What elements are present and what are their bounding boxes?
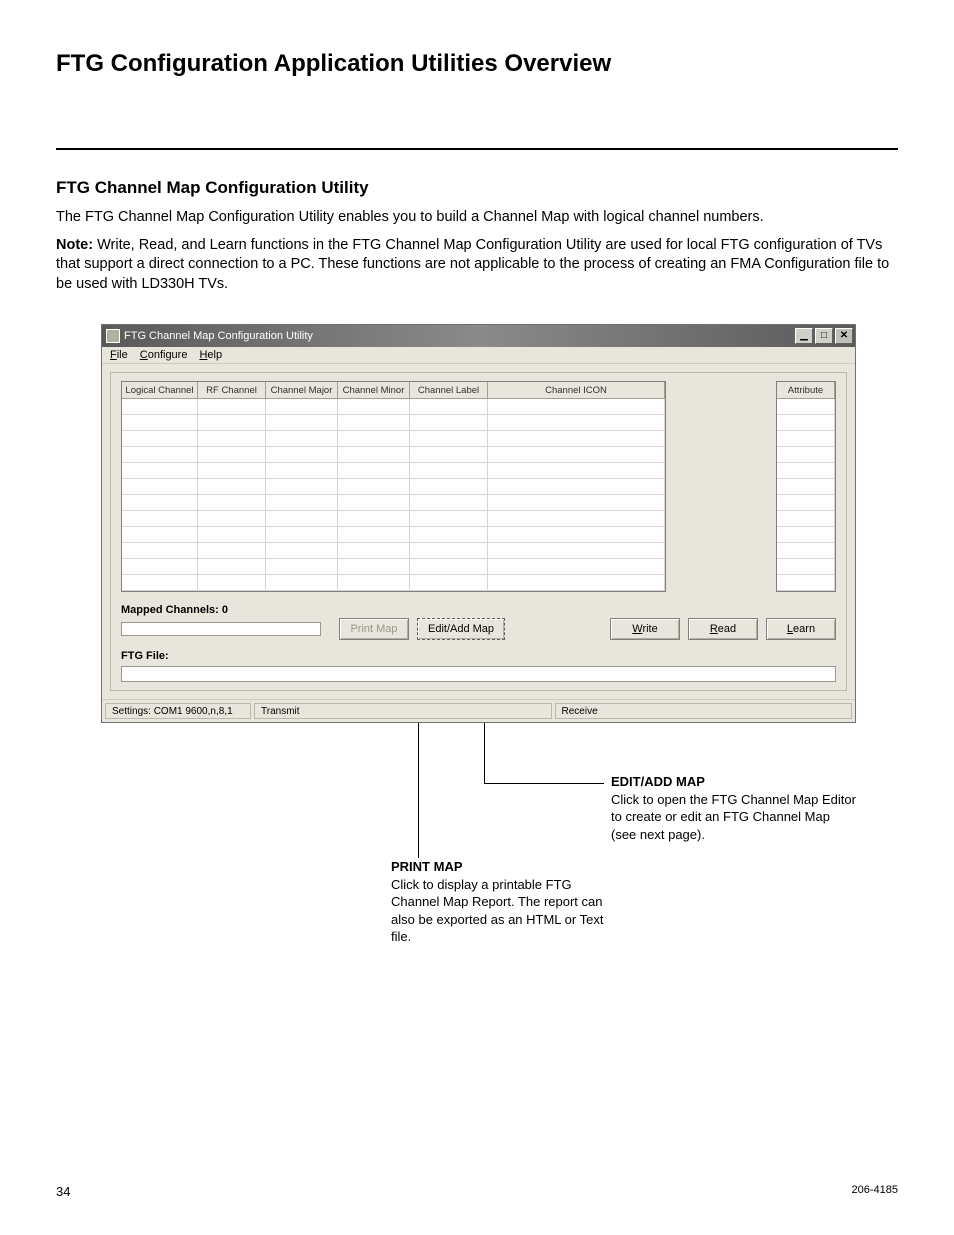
read-button[interactable]: Read (688, 618, 758, 640)
callout-edit-add-map: EDIT/ADD MAP Click to open the FTG Chann… (611, 773, 856, 843)
write-button[interactable]: Write (610, 618, 680, 640)
note-body: Write, Read, and Learn functions in the … (56, 237, 889, 292)
status-receive: Receive (555, 703, 853, 719)
menu-help[interactable]: Help (199, 349, 222, 361)
callout-heading: PRINT MAP (391, 858, 611, 876)
app-window: FTG Channel Map Configuration Utility ▁ … (101, 324, 856, 723)
callout-line (418, 723, 419, 858)
app-icon (106, 329, 120, 343)
window-title: FTG Channel Map Configuration Utility (124, 330, 795, 342)
ftg-file-field[interactable] (121, 666, 836, 682)
col-channel-label[interactable]: Channel Label (410, 382, 488, 399)
minimize-button[interactable]: ▁ (795, 328, 813, 344)
statusbar: Settings: COM1 9600,n,8,1 Transmit Recei… (102, 699, 855, 722)
progress-bar (121, 622, 321, 636)
callout-body: Click to display a printable FTG Channel… (391, 876, 611, 946)
titlebar: FTG Channel Map Configuration Utility ▁ … (102, 325, 855, 347)
col-attribute[interactable]: Attribute (777, 382, 835, 399)
col-logical-channel[interactable]: Logical Channel (122, 382, 198, 399)
note-paragraph: Note: Write, Read, and Learn functions i… (56, 236, 898, 295)
menubar: File Configure Help (102, 347, 855, 364)
menu-file[interactable]: File (110, 349, 128, 361)
col-channel-icon[interactable]: Channel ICON (488, 382, 665, 399)
callout-print-map: PRINT MAP Click to display a printable F… (391, 858, 611, 946)
channel-grid[interactable]: Logical Channel RF Channel Channel Major… (121, 381, 666, 592)
mapped-channels-label: Mapped Channels: 0 (121, 604, 836, 616)
callout-line (484, 723, 485, 783)
callouts: EDIT/ADD MAP Click to open the FTG Chann… (101, 723, 856, 953)
attribute-grid[interactable]: Attribute (776, 381, 836, 592)
learn-button[interactable]: Learn (766, 618, 836, 640)
intro-paragraph: The FTG Channel Map Configuration Utilit… (56, 208, 898, 228)
callout-body: Click to open the FTG Channel Map Editor… (611, 791, 856, 844)
main-panel: Logical Channel RF Channel Channel Major… (110, 372, 847, 691)
callout-line (484, 783, 604, 784)
ftg-file-label: FTG File: (121, 650, 836, 662)
grid-rows (122, 399, 665, 591)
horizontal-rule (56, 148, 898, 150)
col-channel-minor[interactable]: Channel Minor (338, 382, 410, 399)
col-channel-major[interactable]: Channel Major (266, 382, 338, 399)
maximize-button[interactable]: □ (815, 328, 833, 344)
section-heading: FTG Channel Map Configuration Utility (56, 178, 898, 198)
note-label: Note: (56, 237, 93, 253)
status-transmit: Transmit (254, 703, 552, 719)
menu-configure[interactable]: Configure (140, 349, 188, 361)
page-title: FTG Configuration Application Utilities … (56, 50, 898, 78)
status-settings: Settings: COM1 9600,n,8,1 (105, 703, 251, 719)
close-button[interactable]: ✕ (835, 328, 853, 344)
page-number: 34 (56, 1184, 70, 1199)
print-map-button[interactable]: Print Map (339, 618, 409, 640)
callout-heading: EDIT/ADD MAP (611, 773, 856, 791)
document-number: 206-4185 (852, 1184, 899, 1199)
edit-add-map-button[interactable]: Edit/Add Map (417, 618, 505, 640)
col-rf-channel[interactable]: RF Channel (198, 382, 266, 399)
